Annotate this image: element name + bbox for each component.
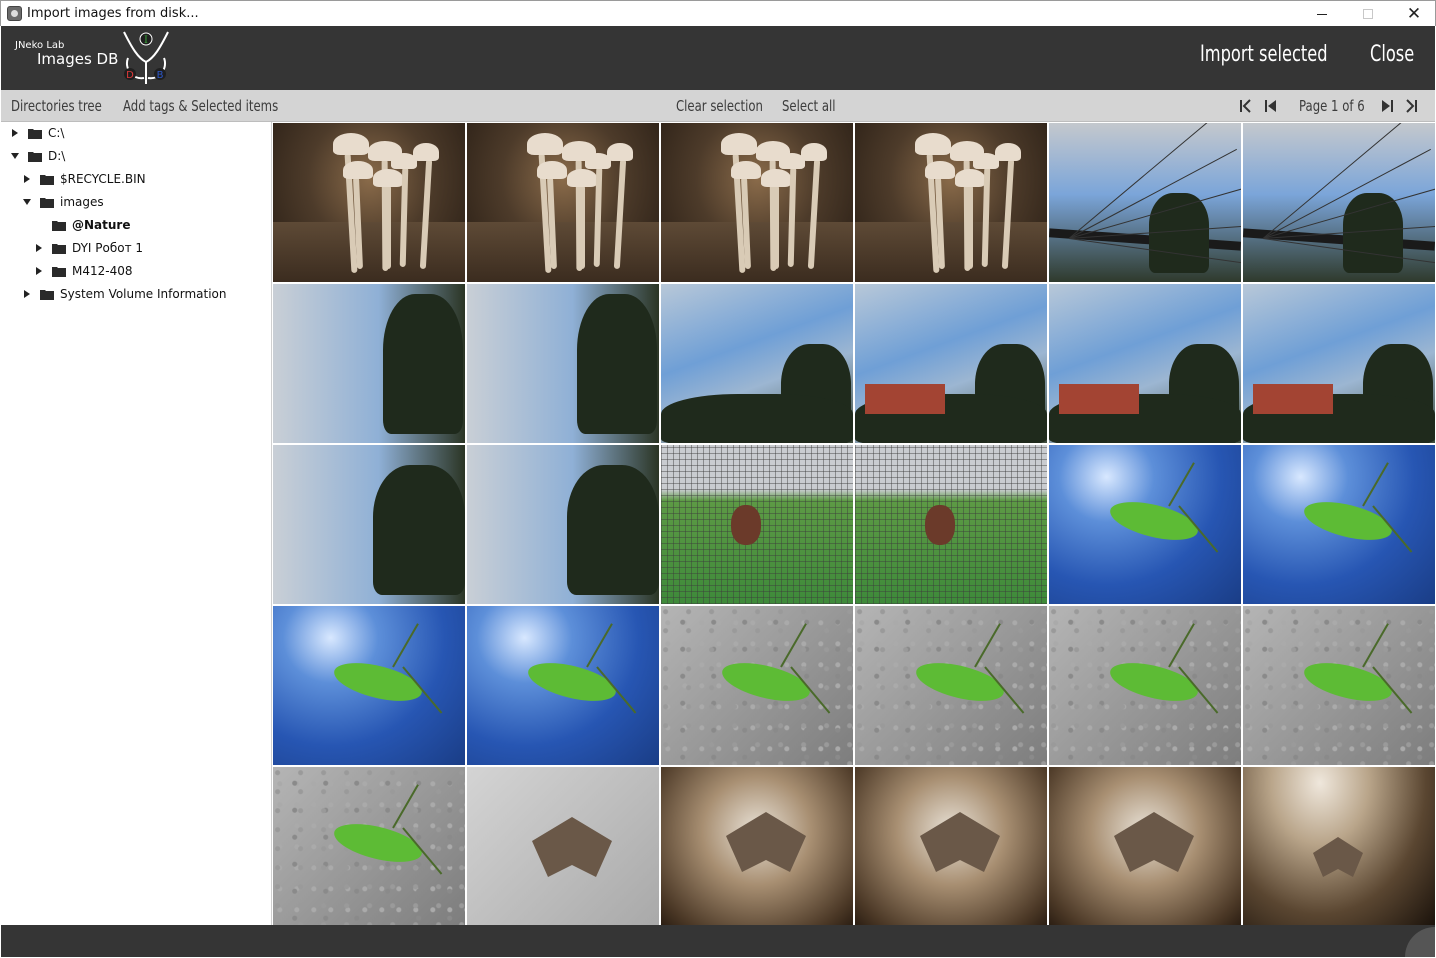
clear-selection-button[interactable]: Clear selection — [676, 97, 763, 115]
tree-item-recycle-bin[interactable]: $RECYCLE.BIN — [21, 168, 146, 190]
image-thumbnail[interactable] — [467, 445, 659, 604]
image-thumbnail[interactable] — [1049, 767, 1241, 926]
image-thumbnail[interactable] — [1243, 123, 1435, 282]
image-thumbnail[interactable] — [855, 445, 1047, 604]
image-thumbnail[interactable] — [1243, 606, 1435, 765]
tree-item-m412[interactable]: M412-408 — [33, 260, 133, 282]
folder-icon — [40, 289, 54, 300]
expand-arrow-icon[interactable] — [21, 288, 33, 300]
image-thumbnail[interactable] — [1243, 445, 1435, 604]
image-thumbnail[interactable] — [661, 606, 853, 765]
image-thumbnail[interactable] — [1243, 284, 1435, 443]
svg-text:B: B — [157, 70, 164, 81]
image-thumbnail[interactable] — [855, 767, 1047, 926]
image-thumbnail[interactable] — [467, 123, 659, 282]
tree-item-dyi-robot[interactable]: DYI Робот 1 — [33, 237, 143, 259]
window-close-button[interactable]: ✕ — [1391, 1, 1436, 27]
tree-item-d-drive[interactable]: D:\ — [9, 145, 65, 167]
maximize-icon — [1363, 9, 1373, 19]
app-icon — [7, 6, 22, 21]
import-selected-button[interactable]: Import selected — [1200, 42, 1328, 67]
directories-tree-tab[interactable]: Directories tree — [11, 97, 102, 115]
add-tags-tab[interactable]: Add tags & Selected items — [123, 97, 278, 115]
collapse-arrow-icon[interactable] — [21, 196, 33, 208]
tree-item-system-volume[interactable]: System Volume Information — [21, 283, 226, 305]
image-grid — [272, 122, 1435, 926]
folder-icon — [40, 174, 54, 185]
select-all-button[interactable]: Select all — [782, 97, 835, 115]
page-indicator: Page 1 of 6 — [1299, 97, 1365, 115]
image-thumbnail[interactable] — [273, 606, 465, 765]
image-thumbnail[interactable] — [273, 767, 465, 926]
folder-icon — [40, 197, 54, 208]
image-thumbnail[interactable] — [661, 767, 853, 926]
tree-item-nature[interactable]: @Nature — [33, 214, 130, 236]
image-thumbnail[interactable] — [273, 123, 465, 282]
brand-title: Images DB — [37, 50, 119, 68]
folder-icon — [52, 220, 66, 231]
maximize-button[interactable] — [1345, 1, 1391, 27]
folder-icon — [52, 266, 66, 277]
image-thumbnail[interactable] — [273, 445, 465, 604]
directories-tree: C:\ D:\ $RECYCLE.BIN images @Nature DYI … — [1, 122, 272, 925]
window-titlebar: Import images from disk... ✕ — [0, 0, 1436, 26]
last-page-icon[interactable] — [1403, 98, 1419, 114]
image-thumbnail[interactable] — [467, 606, 659, 765]
image-thumbnail[interactable] — [661, 123, 853, 282]
minimize-icon — [1317, 13, 1327, 15]
expand-arrow-icon[interactable] — [21, 173, 33, 185]
close-icon: ✕ — [1406, 4, 1422, 24]
window-title: Import images from disk... — [27, 6, 199, 21]
tree-item-images[interactable]: images — [21, 191, 104, 213]
app-header: JNeko Lab Images DB I D B Import selecte… — [1, 26, 1435, 90]
folder-icon — [28, 128, 42, 139]
minimize-button[interactable] — [1299, 1, 1345, 27]
image-thumbnail[interactable] — [855, 284, 1047, 443]
collapse-arrow-icon[interactable] — [9, 150, 21, 162]
image-thumbnail[interactable] — [855, 606, 1047, 765]
image-thumbnail[interactable] — [467, 767, 659, 926]
status-bar — [1, 925, 1435, 957]
image-thumbnail[interactable] — [1049, 123, 1241, 282]
folder-icon — [28, 151, 42, 162]
close-button[interactable]: Close — [1370, 42, 1414, 67]
logo-icon: I D B — [123, 31, 169, 84]
next-page-icon[interactable] — [1379, 98, 1395, 114]
first-page-icon[interactable] — [1238, 98, 1254, 114]
image-thumbnail[interactable] — [1049, 284, 1241, 443]
toolbar: Directories tree Add tags & Selected ite… — [1, 90, 1435, 122]
expand-arrow-icon[interactable] — [33, 242, 45, 254]
folder-icon — [52, 243, 66, 254]
image-thumbnail[interactable] — [661, 445, 853, 604]
expand-arrow-icon[interactable] — [9, 127, 21, 139]
svg-text:D: D — [126, 70, 134, 81]
image-thumbnail[interactable] — [273, 284, 465, 443]
svg-text:I: I — [144, 35, 148, 46]
prev-page-icon[interactable] — [1263, 98, 1279, 114]
image-thumbnail[interactable] — [467, 284, 659, 443]
image-thumbnail[interactable] — [855, 123, 1047, 282]
image-thumbnail[interactable] — [1049, 445, 1241, 604]
image-thumbnail[interactable] — [1243, 767, 1435, 926]
expand-arrow-icon[interactable] — [33, 265, 45, 277]
tree-item-c-drive[interactable]: C:\ — [9, 122, 64, 144]
image-thumbnail[interactable] — [661, 284, 853, 443]
image-thumbnail[interactable] — [1049, 606, 1241, 765]
resize-grip-icon[interactable] — [1405, 927, 1435, 957]
